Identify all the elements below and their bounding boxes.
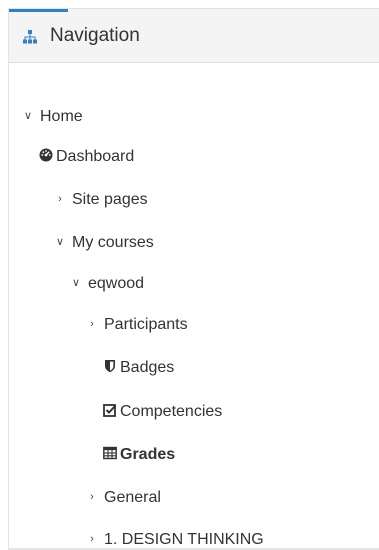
tree-item-label: General [104, 489, 161, 507]
tree-item-label: Grades [120, 446, 176, 463]
tree-item-label: Dashboard [56, 148, 135, 165]
tree-item-course[interactable]: ∨ eqwood [71, 274, 144, 294]
tree-item-label: Participants [104, 316, 188, 334]
tree-item-label: eqwood [88, 275, 145, 293]
table-icon [103, 446, 117, 459]
tree-item-design-thinking[interactable]: › 1. DESIGN THINKING [87, 530, 264, 550]
tree-item-participants[interactable]: › Participants [87, 314, 188, 335]
sitemap-icon [23, 30, 37, 44]
navigation-block: Navigation ∨ Home Dashboard › Site pages ∨… [8, 8, 379, 550]
tree-item-competencies[interactable]: Competencies [103, 402, 222, 422]
shield-icon [105, 359, 115, 373]
tree-item-label: Badges [120, 359, 175, 376]
tachometer-icon [39, 148, 53, 162]
tree-item-label: My courses [72, 234, 154, 252]
tree-item-general[interactable]: › General [87, 488, 161, 508]
chevron-right-icon[interactable]: › [87, 314, 97, 334]
tree-item-label: Home [40, 108, 83, 126]
chevron-right-icon[interactable]: › [87, 529, 97, 549]
tree-item-badges[interactable]: Badges [103, 358, 174, 378]
chevron-down-icon[interactable]: ∨ [71, 273, 81, 293]
tree-item-dashboard[interactable]: Dashboard [39, 147, 134, 167]
chevron-down-icon[interactable]: ∨ [55, 232, 65, 252]
check-square-icon [103, 403, 117, 417]
tree-item-label: Competencies [120, 403, 223, 420]
tree-item-label: 1. DESIGN THINKING [104, 531, 264, 549]
chevron-down-icon[interactable]: ∨ [23, 106, 33, 126]
header-accent-bar [9, 9, 68, 12]
chevron-right-icon[interactable]: › [55, 189, 65, 209]
tree-item-home[interactable]: ∨ Home [23, 107, 83, 127]
tree-item-label: Site pages [72, 191, 148, 209]
tree-item-site-pages[interactable]: › Site pages [55, 189, 148, 210]
tree-item-my-courses[interactable]: ∨ My courses [55, 233, 154, 253]
navigation-block-header: Navigation [9, 9, 379, 63]
chevron-right-icon[interactable]: › [87, 487, 97, 507]
tree-item-grades[interactable]: Grades [103, 445, 175, 465]
block-title: Navigation [50, 25, 140, 46]
